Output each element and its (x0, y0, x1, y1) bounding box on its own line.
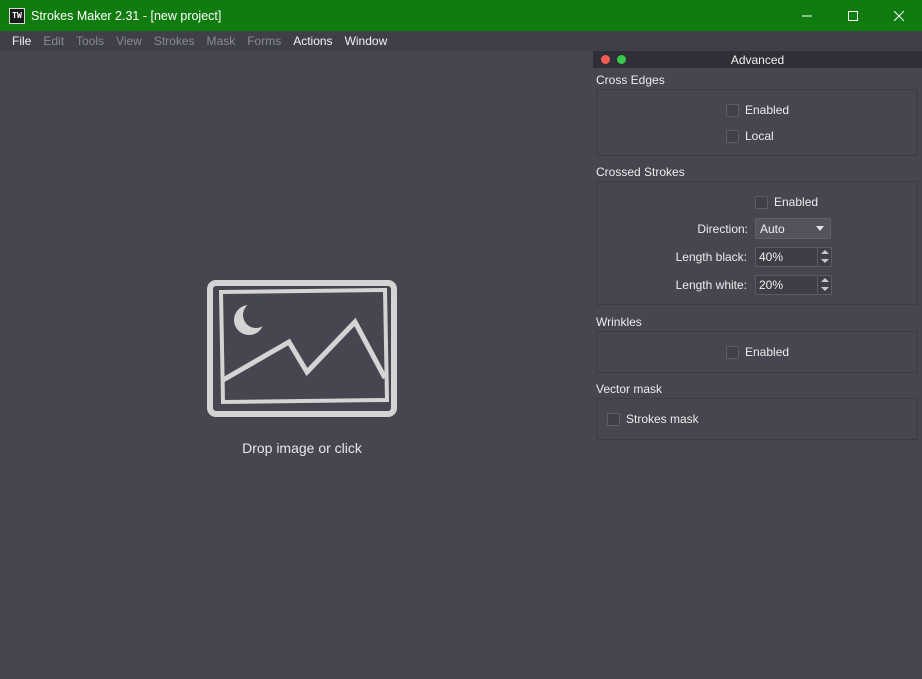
cross-edges-title: Cross Edges (596, 73, 665, 87)
spin-up-icon[interactable] (821, 250, 829, 254)
spin-down-icon[interactable] (821, 259, 829, 263)
length-white-value: 20% (759, 278, 784, 292)
menu-file[interactable]: File (6, 31, 37, 51)
wrinkles-title: Wrinkles (596, 315, 642, 329)
menu-forms[interactable]: Forms (241, 31, 287, 51)
length-black-value: 40% (759, 250, 784, 264)
drop-prompt: Drop image or click (242, 440, 362, 456)
checkbox-label: Enabled (745, 103, 790, 117)
menu-actions[interactable]: Actions (287, 31, 338, 51)
spin-buttons[interactable] (817, 276, 831, 294)
crossed-strokes-title: Crossed Strokes (596, 165, 685, 179)
menu-bar: File Edit Tools View Strokes Mask Forms … (0, 31, 922, 51)
panel-float-icon[interactable] (617, 55, 626, 64)
length-black-spinbox[interactable]: 40% (755, 247, 832, 267)
panel-close-icon[interactable] (601, 55, 610, 64)
menu-view[interactable]: View (110, 31, 148, 51)
maximize-button[interactable] (830, 0, 876, 31)
spin-down-icon[interactable] (821, 287, 829, 291)
cross-edges-group (596, 89, 918, 156)
wrinkles-enabled-checkbox[interactable]: Enabled (726, 345, 789, 359)
app-icon: TW (9, 7, 25, 24)
checkbox-box[interactable] (726, 129, 739, 143)
checkbox-label: Enabled (774, 195, 819, 209)
length-white-label: Length white: (675, 278, 747, 292)
chevron-down-icon (816, 226, 824, 231)
direction-select[interactable]: Auto (755, 218, 831, 239)
image-drop-area[interactable]: Drop image or click (0, 51, 592, 679)
menu-window[interactable]: Window (339, 31, 394, 51)
strokes-mask-checkbox[interactable]: Strokes mask (607, 412, 699, 426)
window-controls (784, 0, 922, 31)
length-black-label: Length black: (675, 250, 747, 264)
checkbox-box[interactable] (726, 103, 739, 117)
direction-label: Direction: (697, 222, 748, 236)
checkbox-label: Strokes mask (626, 412, 699, 426)
title-bar[interactable]: TW Strokes Maker 2.31 - [new project] (0, 0, 922, 31)
length-white-spinbox[interactable]: 20% (755, 275, 832, 295)
image-placeholder-icon (207, 280, 397, 417)
crossed-strokes-enabled-checkbox[interactable]: Enabled (755, 195, 818, 209)
cross-edges-enabled-checkbox[interactable]: Enabled (726, 103, 789, 117)
panel-header[interactable]: Advanced (593, 51, 922, 68)
minimize-button[interactable] (784, 0, 830, 31)
menu-edit[interactable]: Edit (37, 31, 70, 51)
menu-mask[interactable]: Mask (201, 31, 242, 51)
spin-buttons[interactable] (817, 248, 831, 266)
window-title: Strokes Maker 2.31 - [new project] (31, 8, 222, 23)
vector-mask-title: Vector mask (596, 382, 663, 396)
close-icon (894, 10, 904, 21)
checkbox-box[interactable] (607, 412, 620, 426)
checkbox-label: Enabled (745, 345, 790, 359)
maximize-icon (848, 10, 858, 21)
panel-title: Advanced (730, 52, 785, 67)
checkbox-label: Local (745, 129, 774, 143)
menu-tools[interactable]: Tools (70, 31, 110, 51)
direction-value: Auto (760, 221, 785, 236)
advanced-panel: Advanced Cross Edges Enabled Local Cross… (593, 51, 922, 679)
close-button[interactable] (876, 0, 922, 31)
checkbox-box[interactable] (726, 345, 739, 359)
spin-up-icon[interactable] (821, 278, 829, 282)
minimize-icon (802, 15, 812, 16)
checkbox-box[interactable] (755, 195, 768, 209)
cross-edges-local-checkbox[interactable]: Local (726, 129, 774, 143)
menu-strokes[interactable]: Strokes (148, 31, 201, 51)
